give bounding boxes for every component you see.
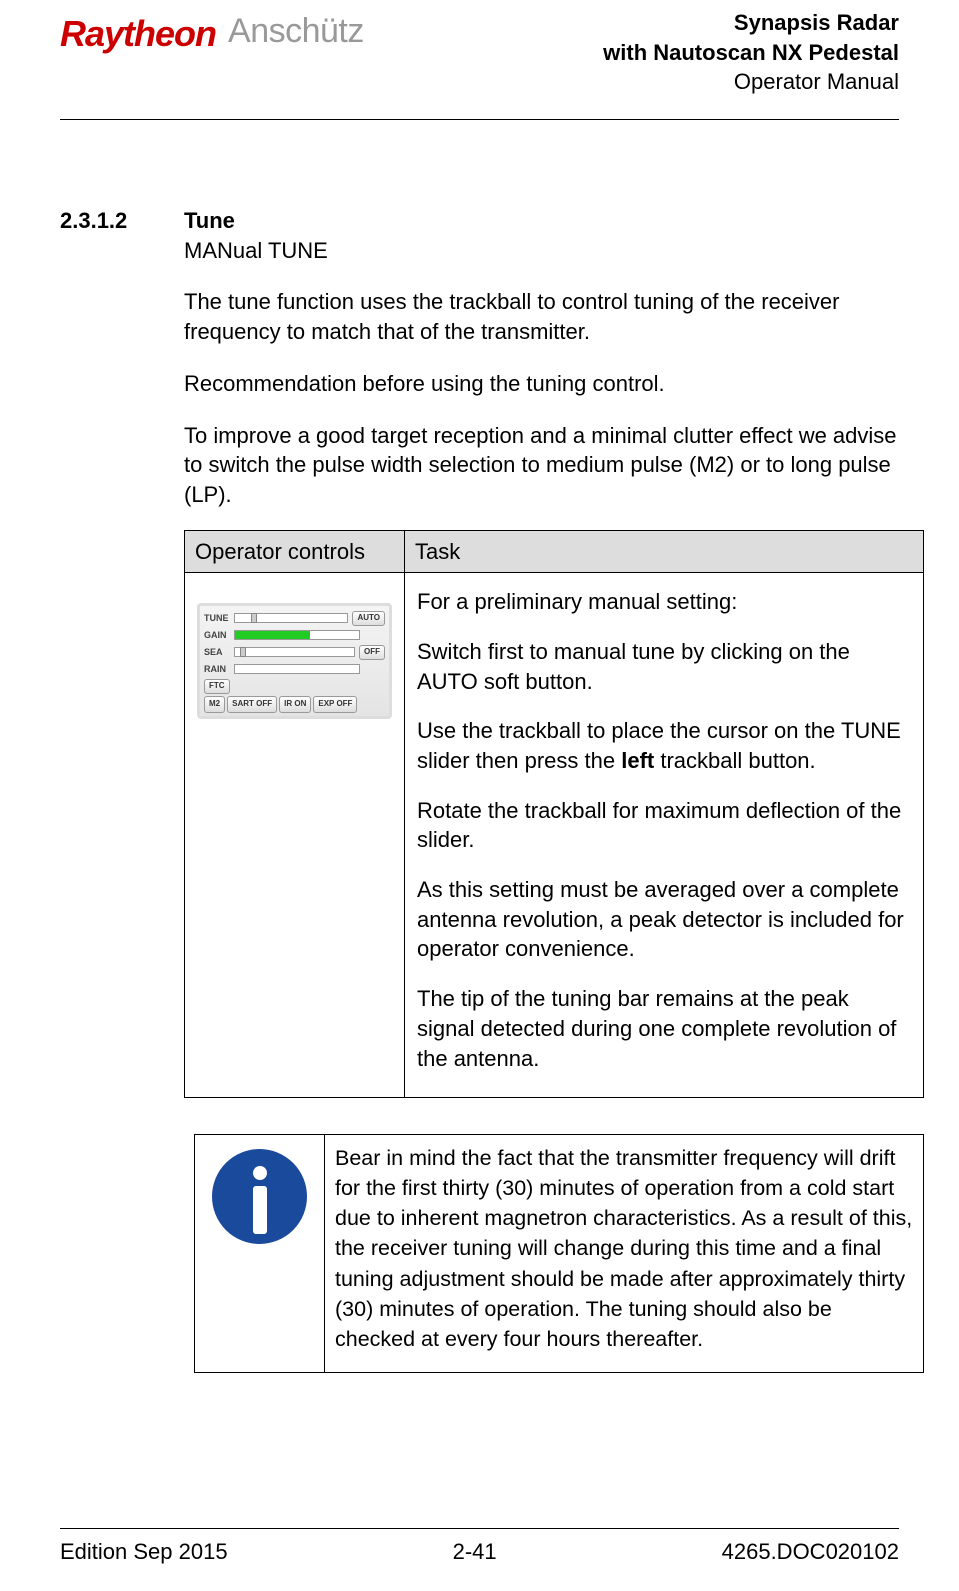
logo-anschutz: Anschütz (228, 9, 364, 55)
sart-button[interactable]: SART OFF (227, 696, 277, 713)
footer-doc-number: 4265.DOC020102 (722, 1537, 899, 1567)
table-header-row: Operator controls Task (185, 530, 924, 573)
section-title-block: Tune MANual TUNE (184, 206, 899, 265)
paragraph-2: Recommendation before using the tuning c… (184, 369, 899, 399)
operator-task-table: Operator controls Task TUNE AUTO GAIN XX (184, 530, 924, 1099)
table-head-controls: Operator controls (185, 530, 405, 573)
operator-controls-cell: TUNE AUTO GAIN XX SEA OFF (185, 573, 405, 1098)
sea-slider[interactable] (234, 647, 355, 657)
paragraph-1: The tune function uses the trackball to … (184, 287, 899, 346)
page-content: 2.3.1.2 Tune MANual TUNE The tune functi… (60, 120, 899, 1373)
task-line-1: For a preliminary manual setting: (417, 587, 911, 617)
gain-slider[interactable] (234, 630, 360, 640)
section-title: Tune (184, 206, 899, 236)
ftc-button[interactable]: FTC (204, 679, 230, 694)
footer-page-number: 2-41 (453, 1537, 497, 1567)
note-text-cell: Bear in mind the fact that the transmitt… (325, 1135, 924, 1373)
note-icon-cell (195, 1135, 325, 1373)
tune-label: TUNE (204, 612, 234, 624)
note-text: Bear in mind the fact that the transmitt… (335, 1143, 913, 1354)
doc-title-line1: Synapsis Radar (603, 8, 899, 38)
note-table: Bear in mind the fact that the transmitt… (194, 1134, 924, 1373)
section-subtitle: MANual TUNE (184, 236, 899, 266)
rain-slider[interactable] (234, 664, 360, 674)
section-heading-row: 2.3.1.2 Tune MANual TUNE (60, 206, 899, 265)
task-line-5: As this setting must be averaged over a … (417, 875, 911, 964)
gain-label: GAIN (204, 629, 234, 641)
logo-raytheon: Raytheon (60, 10, 216, 59)
logo-group: Raytheon Anschütz (60, 8, 364, 57)
table-head-task: Task (405, 530, 924, 573)
off-button[interactable]: OFF (359, 645, 385, 660)
exp-button[interactable]: EXP OFF (313, 696, 357, 713)
task-line-2: Switch first to manual tune by clicking … (417, 637, 911, 696)
control-panel-screenshot: TUNE AUTO GAIN XX SEA OFF (197, 603, 392, 719)
page-footer: Edition Sep 2015 2-41 4265.DOC020102 (60, 1528, 899, 1567)
header-title-block: Synapsis Radar with Nautoscan NX Pedesta… (603, 8, 899, 97)
tune-slider[interactable] (234, 613, 348, 623)
doc-title-line3: Operator Manual (603, 67, 899, 97)
task-line-4: Rotate the trackball for maximum deflect… (417, 796, 911, 855)
page-header: Raytheon Anschütz Synapsis Radar with Na… (60, 0, 899, 120)
task-line-6: The tip of the tuning bar remains at the… (417, 984, 911, 1073)
task-cell: For a preliminary manual setting: Switch… (405, 573, 924, 1098)
paragraph-3: To improve a good target reception and a… (184, 421, 899, 510)
m2-button[interactable]: M2 (204, 696, 225, 713)
note-row: Bear in mind the fact that the transmitt… (195, 1135, 924, 1373)
section-number: 2.3.1.2 (60, 206, 146, 265)
attention-icon (212, 1149, 307, 1244)
table-row: TUNE AUTO GAIN XX SEA OFF (185, 573, 924, 1098)
ir-button[interactable]: IR ON (279, 696, 311, 713)
sea-label: SEA (204, 646, 234, 658)
doc-title-line2: with Nautoscan NX Pedestal (603, 38, 899, 68)
auto-button[interactable]: AUTO (352, 611, 385, 626)
rain-label: RAIN (204, 663, 234, 675)
task-line-3: Use the trackball to place the cursor on… (417, 716, 911, 775)
footer-edition: Edition Sep 2015 (60, 1537, 228, 1567)
